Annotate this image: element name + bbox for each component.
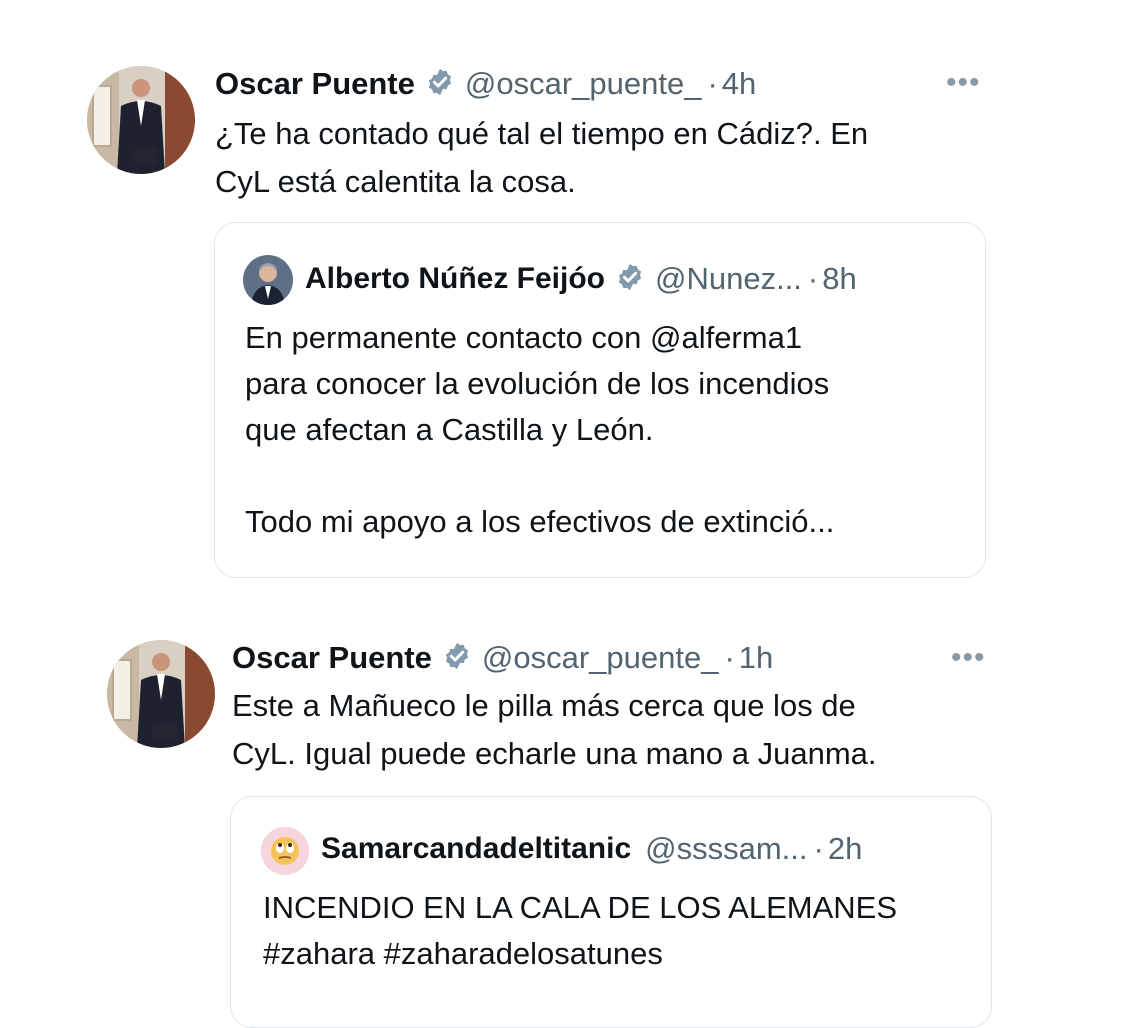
quoted-header: Alberto Núñez Feijóo @Nunez... · 8h <box>305 259 857 299</box>
separator: · <box>813 831 824 866</box>
author-name[interactable]: Oscar Puente <box>215 66 415 102</box>
quoted-author-avatar <box>243 255 293 305</box>
rolling-eyes-emoji-icon <box>261 827 309 875</box>
timestamp[interactable]: 4h <box>722 66 756 102</box>
separator: · <box>724 640 735 675</box>
quoted-text: En permanente contacto con @alferma1 par… <box>245 320 835 539</box>
quoted-timestamp: 8h <box>822 261 857 296</box>
author-handle[interactable]: @oscar_puente_ <box>465 66 702 102</box>
quoted-text: INCENDIO EN LA CALA DE LOS ALEMANES #zah… <box>263 890 898 971</box>
verified-badge-icon <box>425 67 455 102</box>
separator: · <box>807 261 819 296</box>
separator: · <box>707 66 718 101</box>
author-avatar[interactable] <box>107 640 215 748</box>
quoted-author-handle: @ssssam... <box>645 831 808 866</box>
quoted-timestamp: 2h <box>827 831 863 866</box>
more-options-icon[interactable]: ••• <box>951 643 986 673</box>
quoted-author-name: Alberto Núñez Feijóo <box>305 262 605 295</box>
author-avatar[interactable] <box>87 66 195 174</box>
author-handle[interactable]: @oscar_puente_ <box>482 640 719 676</box>
more-options-icon[interactable]: ••• <box>946 68 981 98</box>
quoted-tweet[interactable]: Samarcandadeltitanic @ssssam... · 2h INC… <box>230 796 992 1028</box>
tweet-header: Oscar Puente @oscar_puente_ · 4h <box>215 64 756 104</box>
verified-badge-icon <box>442 641 472 676</box>
tweet-header: Oscar Puente @oscar_puente_ · 1h <box>232 638 773 678</box>
tweet-2[interactable]: Oscar Puente @oscar_puente_ · 1h ••• Est… <box>0 620 1130 1028</box>
timestamp[interactable]: 1h <box>739 640 773 676</box>
quoted-header: Samarcandadeltitanic @ssssam... · 2h <box>321 829 862 869</box>
tweet-text: Este a Mañueco le pilla más cerca que lo… <box>232 688 877 771</box>
tweet-1[interactable]: Oscar Puente @oscar_puente_ · 4h ••• ¿Te… <box>0 0 1130 590</box>
quoted-author-name: Samarcandadeltitanic <box>321 832 632 865</box>
author-name[interactable]: Oscar Puente <box>232 640 432 676</box>
quoted-author-handle: @Nunez... <box>655 261 802 296</box>
verified-badge-icon <box>615 262 645 297</box>
tweet-text: ¿Te ha contado qué tal el tiempo en Cádi… <box>215 116 869 199</box>
quoted-tweet[interactable]: Alberto Núñez Feijóo @Nunez... · 8h En p… <box>214 222 986 578</box>
